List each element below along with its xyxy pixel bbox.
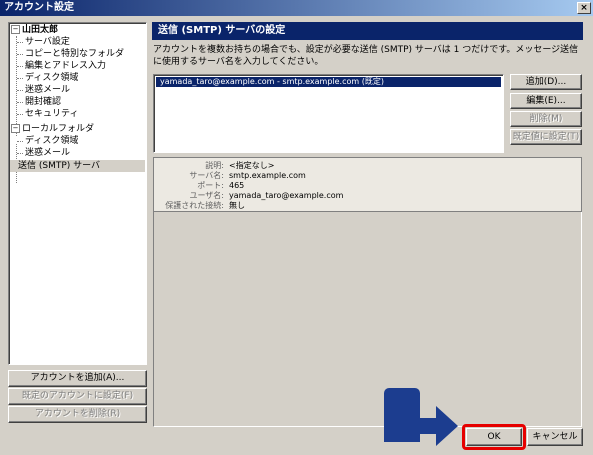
delete-server-button[interactable]: 削除(M) <box>510 111 582 127</box>
ok-highlight <box>462 424 526 450</box>
cancel-button[interactable]: キャンセル <box>527 428 583 446</box>
tree-line <box>17 66 23 67</box>
collapse-icon[interactable]: − <box>11 25 20 34</box>
detail-value: yamada_taro@example.com <box>229 191 344 200</box>
panel-description: アカウントを複数お持ちの場合でも、設定が必要な送信 (SMTP) サーバは 1 … <box>153 45 579 67</box>
window-title: アカウント設定 <box>4 2 74 13</box>
tree-item-label: コピーと特別なフォルダ <box>25 49 125 59</box>
tree-item-label: ディスク領域 <box>25 136 79 146</box>
tree-item-server-settings[interactable]: サーバ設定 <box>25 36 70 48</box>
tree-line <box>17 141 23 142</box>
tree-item-label: 開封確認 <box>25 97 62 107</box>
server-details: 説明: <指定なし> サーバ名: smtp.example.com ポート: 4… <box>153 157 582 212</box>
tree-item-label: ディスク領域 <box>25 73 79 83</box>
tree-line <box>17 114 23 115</box>
set-default-account-button[interactable]: 既定のアカウントに設定(F) <box>8 388 147 405</box>
add-account-button[interactable]: アカウントを追加(A)... <box>8 370 147 387</box>
tree-item-local-disk-space[interactable]: ディスク領域 <box>25 135 78 147</box>
detail-row-secure: 保護された接続: <box>154 200 224 211</box>
tree-item-composition[interactable]: 編集とアドレス入力 <box>25 60 106 72</box>
tree-line <box>16 36 17 136</box>
tree-line <box>17 42 23 43</box>
tree-item-label: 迷惑メール <box>25 85 71 95</box>
tree-item-disk-space[interactable]: ディスク領域 <box>25 72 78 84</box>
tree-line <box>17 78 23 79</box>
tree-item-label: セキュリティ <box>25 109 79 119</box>
smtp-server-list[interactable]: yamada_taro@example.com - smtp.example.c… <box>153 74 504 153</box>
set-default-server-button[interactable]: 既定値に設定(T) <box>510 129 582 145</box>
tree-line <box>17 54 23 55</box>
detail-value: 無し <box>229 201 245 210</box>
account-tree[interactable]: − 山田太郎 サーバ設定 コピーと特別なフォルダ 編集とアドレス入力 ディスク領域… <box>8 22 147 365</box>
tree-item-label: 迷惑メール <box>25 148 71 158</box>
tree-item-junk[interactable]: 迷惑メール <box>25 84 70 96</box>
page-title: 送信 (SMTP) サーバの設定 <box>152 22 583 40</box>
tree-item-local-folders[interactable]: − ローカルフォルダ <box>11 123 94 135</box>
remove-account-button[interactable]: アカウントを削除(R) <box>8 406 147 423</box>
arrow-right-icon <box>396 404 458 446</box>
close-button[interactable]: × <box>577 2 591 14</box>
tree-item-local-junk[interactable]: 迷惑メール <box>25 147 70 159</box>
tree-item-label: 山田太郎 <box>22 25 59 35</box>
tree-line <box>17 153 23 154</box>
collapse-icon[interactable]: − <box>11 124 20 133</box>
close-icon: × <box>580 3 588 13</box>
list-item[interactable]: yamada_taro@example.com - smtp.example.c… <box>156 77 501 87</box>
tree-line <box>17 102 23 103</box>
detail-key: 保護された接続: <box>165 201 224 210</box>
tree-item-receipts[interactable]: 開封確認 <box>25 96 61 108</box>
tree-item-label: サーバ設定 <box>25 37 70 47</box>
tree-item-account-yamada[interactable]: − 山田太郎 <box>11 24 58 36</box>
add-server-button[interactable]: 追加(D)... <box>510 74 582 90</box>
tree-line <box>17 90 23 91</box>
edit-server-button[interactable]: 編集(E)... <box>510 93 582 109</box>
tree-item-label: ローカルフォルダ <box>22 124 95 134</box>
tree-item-label: 送信 (SMTP) サーバ <box>18 161 101 171</box>
tree-item-security[interactable]: セキュリティ <box>25 108 78 120</box>
tree-item-smtp-server[interactable]: 送信 (SMTP) サーバ <box>10 160 145 172</box>
window-titlebar: アカウント設定 × <box>0 0 593 16</box>
tree-item-copies-folders[interactable]: コピーと特別なフォルダ <box>25 48 124 60</box>
tree-item-label: 編集とアドレス入力 <box>25 61 107 71</box>
